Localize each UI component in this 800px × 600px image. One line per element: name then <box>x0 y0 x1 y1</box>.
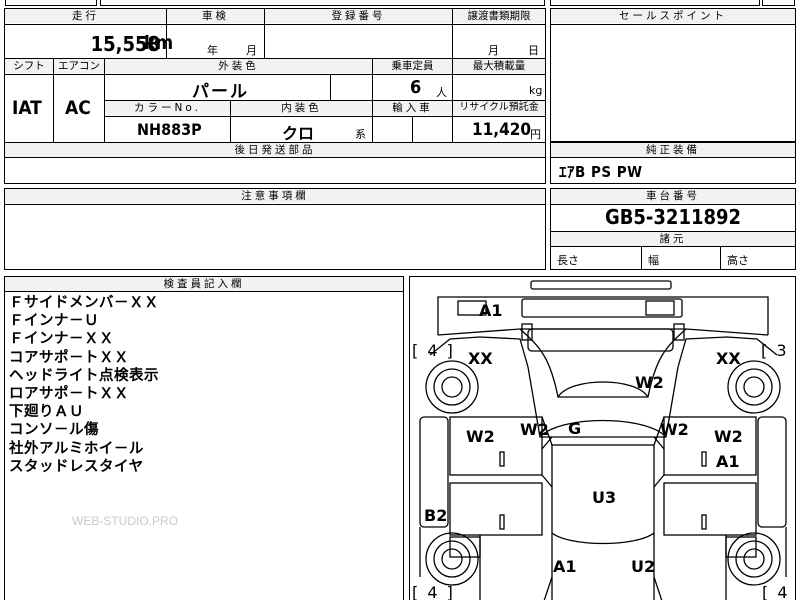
inspection-label: 車検 <box>167 9 264 23</box>
damage-w2-left-pillar: W2 <box>520 420 549 439</box>
transfer-month: 月 <box>488 44 499 57</box>
damage-w2-right-pillar: W2 <box>660 420 689 439</box>
remark-line: コアサポ－トＸＸ <box>9 349 129 366</box>
top-strip-right <box>550 0 760 6</box>
transfer-day: 日 <box>528 44 539 57</box>
mileage-label: 走行 <box>5 9 166 23</box>
damage-w2-hood: W2 <box>635 373 664 392</box>
bracket-left-bottom: [ 4 ] <box>412 583 455 600</box>
remark-line: ヘッドライト点検表示 <box>9 367 159 384</box>
bracket-right-bottom: [ 4 <box>762 583 790 600</box>
damage-b2-left-rear: B2 <box>424 506 448 525</box>
color-no-label: カラーNo. <box>105 101 230 115</box>
capacity-value: 6 <box>410 77 422 98</box>
damage-a1-front: A1 <box>479 301 503 320</box>
aircon-value: AC <box>65 97 91 119</box>
top-strip-left <box>5 0 97 6</box>
width-label: 幅 <box>648 254 659 267</box>
length-label: 長さ <box>557 254 579 267</box>
remarks-list: Ｆサイドメンバ－ＸＸ Ｆインナ－Ｕ Ｆインナ－ＸＸ コアサポ－トＸＸ ヘッドライ… <box>9 294 159 476</box>
damage-w2-right-door: W2 <box>714 427 743 446</box>
registration-label: 登録番号 <box>265 9 452 23</box>
top-strip-mid <box>100 0 545 6</box>
remark-line: 社外アルミホイ－ル <box>9 440 144 457</box>
recycle-label: リサイクル預託金 <box>453 101 545 115</box>
inspection-year: 年 <box>207 44 218 57</box>
shift-label: シフト <box>5 59 53 73</box>
damage-u2-rear: U2 <box>631 557 656 576</box>
damage-w2-left-fender: W2 <box>466 427 495 446</box>
exterior-color-value: パール <box>192 82 249 102</box>
remark-line: Ｆサイドメンバ－ＸＸ <box>9 295 159 311</box>
remark-line: スタッドレスタイヤ <box>9 458 144 475</box>
interior-color-value: クロ <box>282 124 315 143</box>
height-label: 高さ <box>727 254 749 267</box>
import-label: 輸入車 <box>373 101 452 115</box>
watermark: WEB-STUDIO.PRO <box>72 514 179 528</box>
recycle-value: 11,420 <box>472 120 532 140</box>
notes-label: 注意事項欄 <box>5 189 545 203</box>
inspection-month: 月 <box>246 44 257 57</box>
inspector-label: 検査員記入欄 <box>5 277 403 291</box>
top-strip-far-right <box>762 0 795 6</box>
chassis-value: GB5-3211892 <box>604 205 742 229</box>
capacity-label: 乗車定員 <box>373 59 452 73</box>
shift-value: IAT <box>12 97 42 119</box>
equipment-label: 純正装備 <box>551 143 795 157</box>
max-load-label: 最大積載量 <box>453 59 545 73</box>
damage-a1-rear: A1 <box>553 557 577 576</box>
damage-u3-roof: U3 <box>592 488 617 507</box>
exterior-color-label: 外装色 <box>105 59 372 73</box>
transfer-deadline-label: 譲渡書類期限 <box>453 9 545 23</box>
damage-xx-left: XX <box>468 349 493 368</box>
remark-line: Ｆインナ－ＸＸ <box>9 331 114 348</box>
bracket-right-top: [ 3 ] <box>761 341 795 360</box>
damage-g-windshield: G <box>568 419 582 438</box>
max-load-unit: kg <box>529 84 543 97</box>
chassis-label: 車台番号 <box>551 189 795 203</box>
bracket-left-top: [ 4 ] <box>412 341 455 360</box>
interior-color-label: 内装色 <box>231 101 372 115</box>
remark-line: Ｆインナ－Ｕ <box>9 313 99 330</box>
dimensions-label: 諸元 <box>551 232 795 246</box>
aircon-label: エアコン <box>54 59 104 73</box>
interior-color-suffix: 系 <box>355 128 366 141</box>
remark-line: ロアサポ－トＸＸ <box>9 386 129 403</box>
sales-point-label: セールスポイント <box>551 9 795 23</box>
remark-line: 下廻りＡＵ <box>9 404 84 421</box>
capacity-unit: 人 <box>436 86 447 99</box>
sales-point-block <box>550 8 796 142</box>
mileage-unit: km <box>144 32 174 54</box>
damage-xx-right: XX <box>716 349 741 368</box>
equipment-value: ｴｱB PS PW <box>559 163 643 181</box>
car-diagram: A1 [ 4 ] [ 3 ] XX XX W2 W2 W2 G W2 W2 A1… <box>409 276 796 600</box>
color-no-value: NH883P <box>137 120 202 139</box>
remark-line: コンソ－ル傷 <box>9 422 99 439</box>
later-parts-label: 後日発送部品 <box>5 143 545 157</box>
damage-a1-right-door: A1 <box>716 452 740 471</box>
recycle-unit: 円 <box>530 128 541 141</box>
